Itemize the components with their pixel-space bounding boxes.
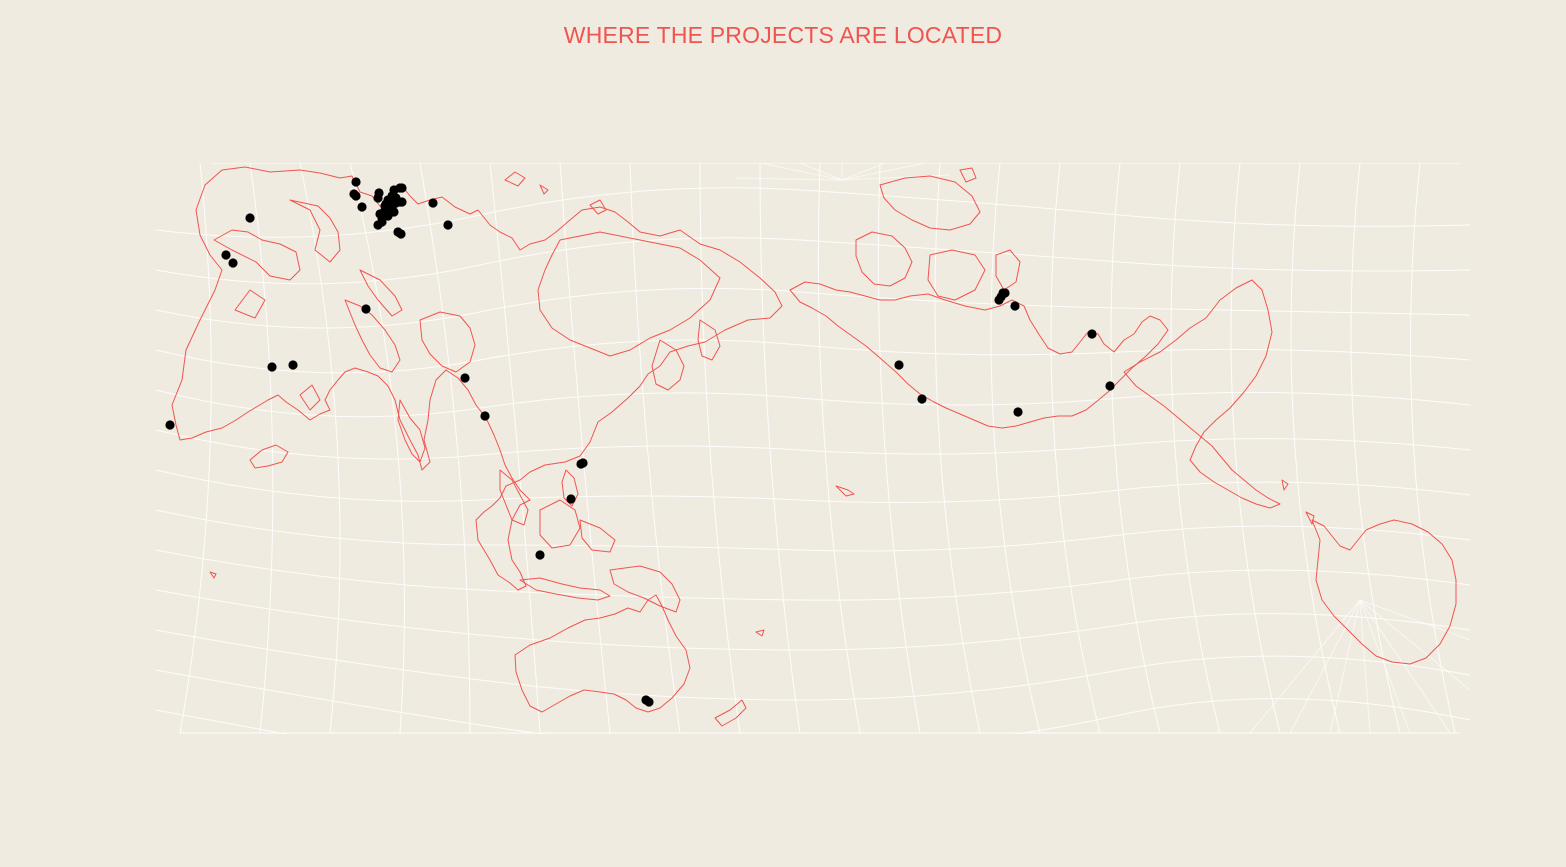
project-marker xyxy=(994,295,1004,305)
project-marker xyxy=(917,394,927,404)
world-map xyxy=(156,163,1470,734)
project-marker xyxy=(377,217,387,227)
project-marker xyxy=(460,373,470,383)
project-marker xyxy=(357,202,367,212)
project-marker xyxy=(480,411,490,421)
graticule xyxy=(156,163,1470,734)
project-marker xyxy=(351,191,361,201)
project-marker xyxy=(373,193,383,203)
africa-europe-outline xyxy=(171,166,783,591)
project-marker xyxy=(165,420,175,430)
project-marker xyxy=(361,304,371,314)
australia-outline xyxy=(514,594,691,713)
south-america-outline xyxy=(1123,279,1281,509)
project-marker xyxy=(267,362,277,372)
project-marker xyxy=(288,360,298,370)
project-marker xyxy=(1105,381,1115,391)
coastlines xyxy=(171,166,1457,727)
project-marker xyxy=(428,198,438,208)
project-marker xyxy=(894,360,904,370)
project-marker xyxy=(389,185,399,195)
project-marker xyxy=(389,207,399,217)
project-marker xyxy=(566,494,576,504)
project-marker xyxy=(221,250,231,260)
project-marker xyxy=(351,177,361,187)
project-marker xyxy=(644,697,654,707)
project-marker xyxy=(535,550,545,560)
project-marker xyxy=(228,258,238,268)
project-marker xyxy=(396,229,406,239)
project-marker xyxy=(397,183,407,193)
project-marker xyxy=(375,209,385,219)
project-marker xyxy=(1013,407,1023,417)
project-marker xyxy=(1087,329,1097,339)
project-marker xyxy=(1010,301,1020,311)
project-marker xyxy=(576,459,586,469)
antarctica-outline xyxy=(1311,519,1457,665)
project-marker xyxy=(443,220,453,230)
project-marker xyxy=(395,197,405,207)
project-markers xyxy=(165,177,1115,707)
project-marker xyxy=(245,213,255,223)
project-marker xyxy=(387,199,397,209)
